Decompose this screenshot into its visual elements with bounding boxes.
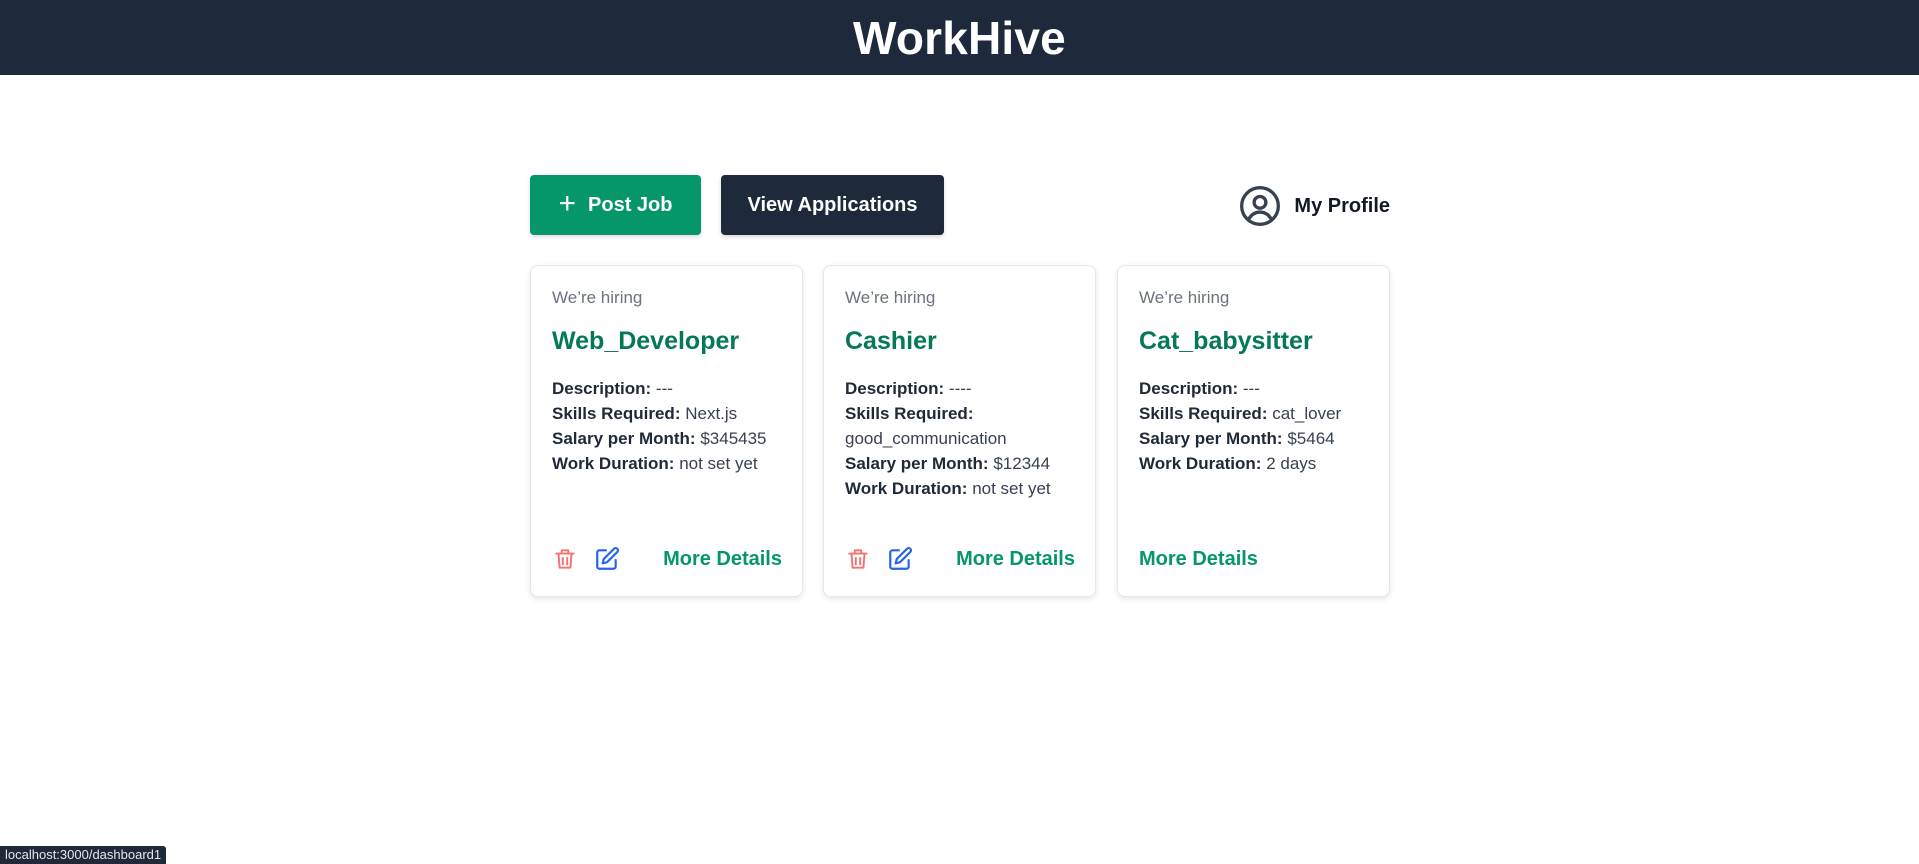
more-details-link[interactable]: More Details	[956, 548, 1075, 571]
card-actions: More Details	[845, 544, 1075, 574]
hiring-tag: We’re hiring	[552, 288, 643, 307]
view-applications-button[interactable]: View Applications	[721, 175, 944, 235]
edit-icon[interactable]	[594, 546, 620, 572]
plus-icon: +	[558, 186, 577, 220]
duration-row: Work Duration: 2 days	[1139, 451, 1368, 476]
my-profile-link[interactable]: My Profile	[1238, 183, 1390, 229]
job-title: Cashier	[845, 327, 937, 355]
skills-value: good_communication	[845, 429, 1007, 448]
salary-value: $345435	[700, 429, 767, 448]
trash-icon[interactable]	[845, 546, 871, 572]
description-label: Description:	[552, 379, 652, 398]
duration-value: not set yet	[679, 454, 758, 473]
card-actions: More Details	[1139, 544, 1369, 574]
duration-value: not set yet	[972, 479, 1051, 498]
post-job-label: Post Job	[588, 193, 673, 216]
job-card: We’re hiring Cat_babysitter Description:…	[1117, 265, 1390, 597]
description-row: Description: ---	[1139, 376, 1368, 401]
more-details-link[interactable]: More Details	[663, 548, 782, 571]
description-label: Description:	[1139, 379, 1239, 398]
salary-label: Salary per Month:	[845, 454, 989, 473]
app-title: WorkHive	[853, 11, 1066, 64]
job-details: Description: --- Skills Required: cat_lo…	[1139, 376, 1368, 476]
skills-row: Skills Required: Next.js	[552, 401, 781, 426]
duration-value: 2 days	[1266, 454, 1317, 473]
toolbar: + Post Job View Applications My Profile	[530, 175, 1390, 235]
job-title: Cat_babysitter	[1139, 327, 1313, 355]
job-details: Description: ---- Skills Required: good_…	[845, 376, 1074, 501]
more-details-link[interactable]: More Details	[1139, 548, 1258, 571]
status-bar-url: localhost:3000/dashboard1	[0, 846, 167, 864]
trash-icon[interactable]	[552, 546, 578, 572]
user-circle-icon	[1240, 186, 1281, 226]
salary-value: $5464	[1287, 429, 1335, 448]
job-details: Description: --- Skills Required: Next.j…	[552, 376, 781, 476]
job-card: We’re hiring Cashier Description: ---- S…	[823, 265, 1096, 597]
duration-label: Work Duration:	[552, 454, 675, 473]
job-title: Web_Developer	[552, 327, 740, 355]
description-value: ----	[948, 379, 972, 398]
app-header: WorkHive	[0, 0, 1919, 75]
duration-label: Work Duration:	[1139, 454, 1262, 473]
salary-row: Salary per Month: $5464	[1139, 426, 1368, 451]
skills-label: Skills Required:	[845, 404, 974, 423]
hiring-tag: We’re hiring	[845, 288, 936, 307]
post-job-button[interactable]: + Post Job	[530, 175, 701, 235]
skills-row: Skills Required: good_communication	[845, 401, 1074, 451]
card-actions: More Details	[552, 544, 782, 574]
description-value: ---	[1242, 379, 1260, 398]
salary-row: Salary per Month: $12344	[845, 451, 1074, 476]
salary-row: Salary per Month: $345435	[552, 426, 781, 451]
duration-row: Work Duration: not set yet	[552, 451, 781, 476]
job-card: We’re hiring Web_Developer Description: …	[530, 265, 803, 597]
description-value: ---	[655, 379, 673, 398]
description-label: Description:	[845, 379, 945, 398]
skills-label: Skills Required:	[1139, 404, 1268, 423]
skills-value: cat_lover	[1272, 404, 1342, 423]
salary-label: Salary per Month:	[552, 429, 696, 448]
edit-icon[interactable]	[887, 546, 913, 572]
description-row: Description: ----	[845, 376, 1074, 401]
skills-value: Next.js	[685, 404, 738, 423]
salary-label: Salary per Month:	[1139, 429, 1283, 448]
description-row: Description: ---	[552, 376, 781, 401]
skills-label: Skills Required:	[552, 404, 681, 423]
salary-value: $12344	[993, 454, 1051, 473]
duration-row: Work Duration: not set yet	[845, 476, 1074, 501]
my-profile-label: My Profile	[1294, 194, 1390, 217]
skills-row: Skills Required: cat_lover	[1139, 401, 1368, 426]
duration-label: Work Duration:	[845, 479, 968, 498]
hiring-tag: We’re hiring	[1139, 288, 1230, 307]
